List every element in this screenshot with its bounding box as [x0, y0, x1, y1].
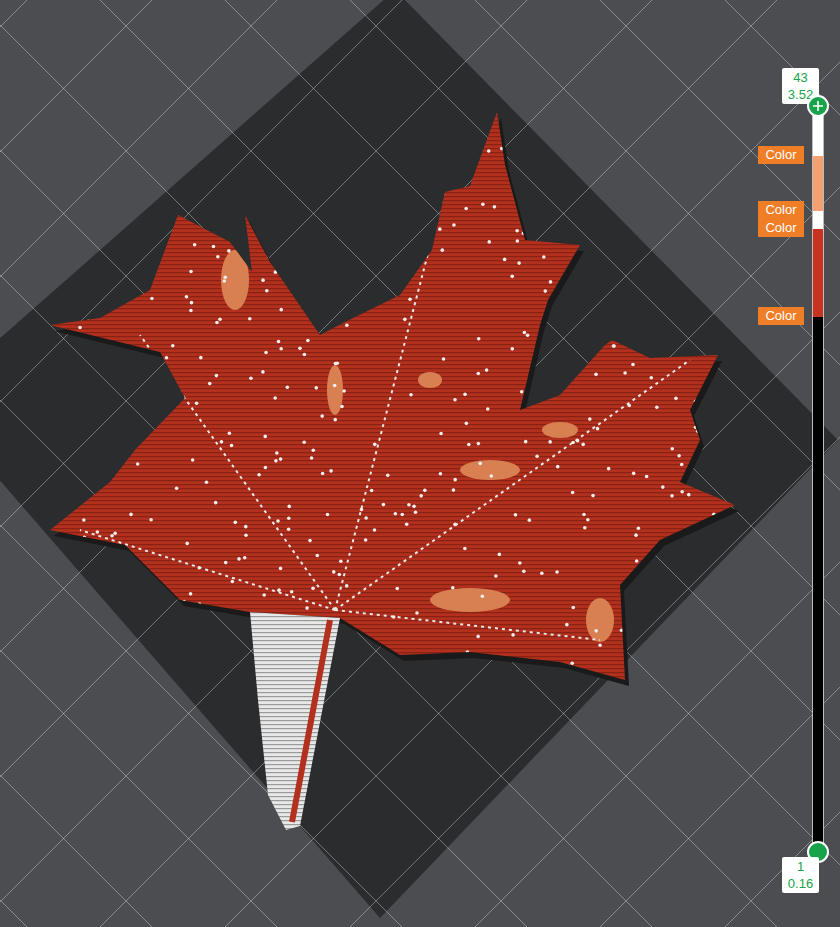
bottom-layer-label: 10.16	[782, 857, 819, 893]
maple-leaf[interactable]	[50, 112, 739, 830]
model-viewport[interactable]	[0, 0, 840, 927]
color-change-tag[interactable]: Color	[758, 201, 804, 219]
color-change-tag[interactable]: Color	[758, 307, 804, 325]
slicer-preview: 433.52ColorColorColorColor10.16	[0, 0, 840, 927]
color-change-tag[interactable]: Color	[758, 219, 804, 237]
track-segment	[813, 211, 823, 229]
build-plate	[0, 0, 838, 918]
track-segment	[813, 156, 823, 211]
top-handle[interactable]	[807, 95, 829, 117]
track-segment	[813, 317, 823, 851]
leaf-stem	[250, 612, 340, 830]
track-segment	[813, 229, 823, 317]
layer-track[interactable]	[812, 106, 824, 852]
color-change-tag[interactable]: Color	[758, 146, 804, 164]
plus-icon	[813, 101, 823, 111]
